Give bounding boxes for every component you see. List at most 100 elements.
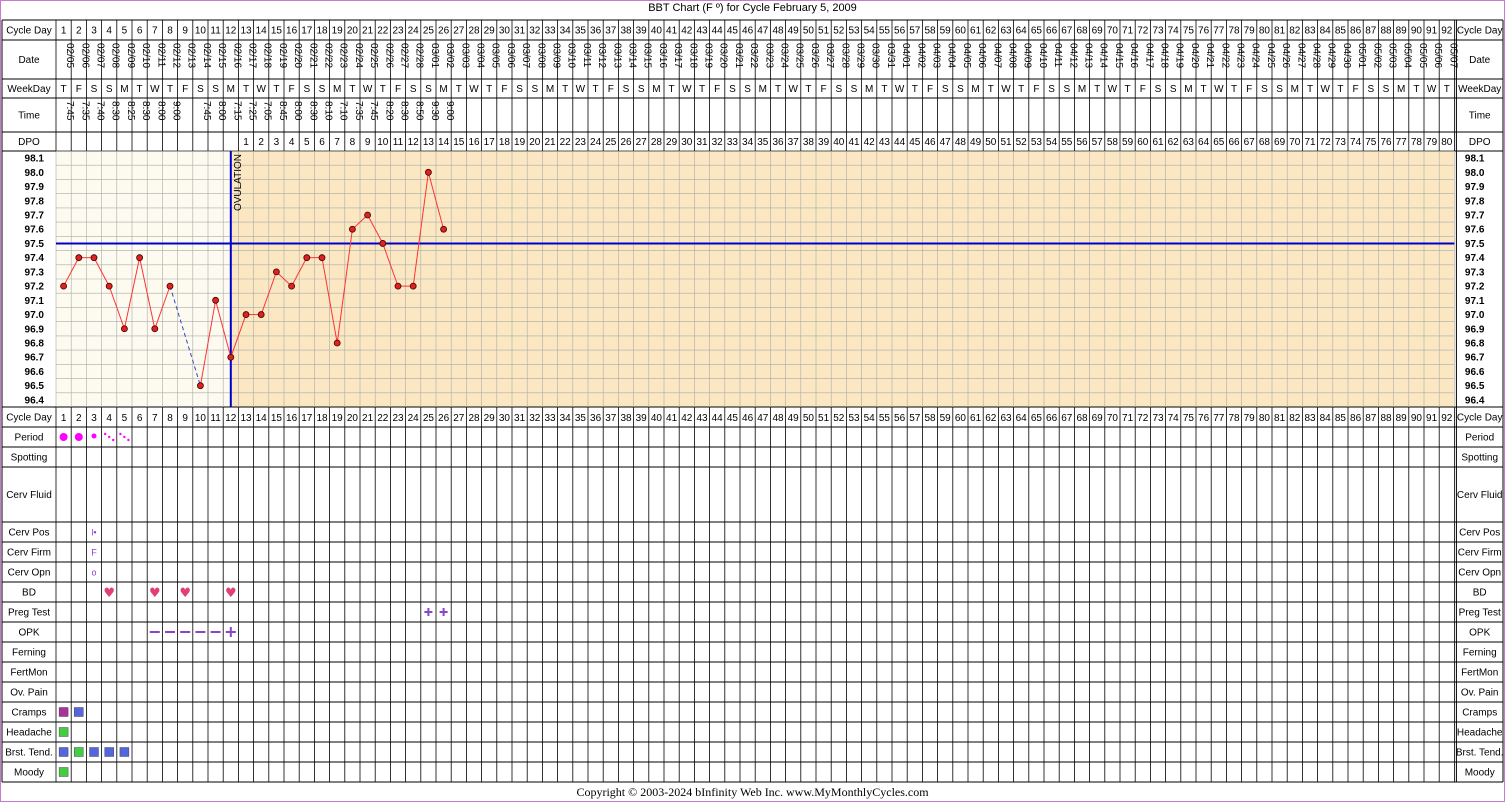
date-cell: 03/01: [429, 43, 440, 68]
y-tick-label: 98.0: [25, 168, 45, 179]
dpo-cell: 7: [334, 137, 340, 148]
cycle_day-cell: 77: [1213, 26, 1225, 37]
dpo-cell: 45: [909, 137, 921, 148]
cycle-day-bottom-cell: 13: [240, 413, 252, 424]
bd-heart-icon: ♥: [225, 586, 237, 601]
cycle_day-cell: 42: [681, 26, 693, 37]
dpo-cell: 10: [377, 137, 389, 148]
y-tick-label: 97.0: [25, 310, 45, 321]
cycle_day-cell: 76: [1198, 26, 1210, 37]
cycle-day-bottom-cell: 72: [1137, 413, 1149, 424]
cycle_day-cell: 91: [1426, 26, 1438, 37]
time-cell: 8:30: [399, 101, 410, 121]
cycle_day-cell: 61: [970, 26, 982, 37]
weekday-cell: W: [1214, 84, 1224, 95]
date-cell: 02/20: [292, 43, 303, 68]
cycle_day-cell: 14: [256, 26, 268, 37]
dpo-cell: 73: [1335, 137, 1347, 148]
cycle-day-bottom-cell: 15: [271, 413, 283, 424]
weekday-cell: F: [182, 84, 188, 95]
cycle_day-cell: 26: [438, 26, 450, 37]
time-cell: 7:40: [95, 101, 106, 121]
cycle_day-cell: 1: [61, 26, 67, 37]
temperature-point: [440, 225, 448, 233]
y-tick-label: 97.7: [25, 211, 45, 222]
dpo-cell: 48: [955, 137, 967, 148]
y-tick-label-right: 97.1: [1465, 296, 1485, 307]
cycle-day-bottom-cell: 31: [514, 413, 526, 424]
cycle-day-bottom-cell: 63: [1000, 413, 1012, 424]
cycle-day-bottom-cell: 46: [742, 413, 754, 424]
cycle_day-cell: 75: [1183, 26, 1195, 37]
weekday-cell: T: [593, 84, 599, 95]
y-tick-label: 97.6: [25, 225, 45, 236]
cycle-day-bottom-cell: 86: [1350, 413, 1362, 424]
cycle-day-bottom-cell: 4: [106, 413, 112, 424]
date-cell: 03/31: [885, 43, 896, 68]
date-cell: 04/25: [1265, 43, 1276, 68]
date-cell: 02/24: [353, 43, 364, 68]
breast-tenderness-marker: [89, 747, 99, 757]
weekday-cell: S: [106, 84, 113, 95]
time-cell: 8:00: [292, 101, 303, 121]
date-cell: 04/17: [1143, 43, 1154, 68]
cycle_day-cell: 25: [423, 26, 435, 37]
cycle_day-cell: 73: [1152, 26, 1164, 37]
weekday-cell: T: [1413, 84, 1419, 95]
date-cell: 03/22: [748, 43, 759, 68]
dpo-cell: 25: [605, 137, 617, 148]
cycle-day-bottom-cell: 64: [1016, 413, 1028, 424]
cycle_day-cell: 16: [286, 26, 298, 37]
date-cell: 04/20: [1189, 43, 1200, 68]
weekday-cell: S: [319, 84, 326, 95]
cycle-day-bottom-cell: 10: [195, 413, 207, 424]
date-cell: 04/04: [946, 43, 957, 68]
row-label-right-cerv_pos: Cerv Pos: [1459, 528, 1500, 539]
cycle-day-bottom-cell: 66: [1046, 413, 1058, 424]
cycle_day-cell: 28: [468, 26, 480, 37]
weekday-cell: S: [942, 84, 949, 95]
temperature-point: [303, 254, 311, 262]
cycle-day-bottom-cell: 17: [301, 413, 313, 424]
date-cell: 03/09: [551, 43, 562, 68]
cycle_day-cell: 19: [332, 26, 344, 37]
row-label-right-bd: BD: [1473, 588, 1487, 599]
time-cell: 7:25: [247, 101, 258, 121]
weekday-cell: W: [1427, 84, 1437, 95]
row-label-right-cerv_fluid: Cerv Fluid: [1457, 490, 1503, 501]
cycle_day-cell: 41: [666, 26, 678, 37]
weekday-cell: W: [150, 84, 160, 95]
cycle_day-cell: 47: [757, 26, 769, 37]
cycle-day-bottom-cell: 51: [818, 413, 830, 424]
dpo-cell: 37: [788, 137, 800, 148]
cycle-day-bottom-cell: 80: [1259, 413, 1271, 424]
dpo-cell: 68: [1259, 137, 1271, 148]
temperature-point: [75, 254, 83, 262]
temperature-point: [409, 282, 417, 290]
weekday-cell: W: [1108, 84, 1118, 95]
cycle_day-cell: 5: [122, 26, 128, 37]
headache-marker: [58, 727, 69, 737]
date-cell: 03/19: [703, 43, 714, 68]
dpo-cell: 12: [408, 137, 420, 148]
row-label-time: Time: [18, 111, 40, 122]
time-cell: 9:00: [444, 101, 455, 121]
dpo-cell: 67: [1244, 137, 1256, 148]
date-cell: 03/13: [611, 43, 622, 68]
dpo-cell: 63: [1183, 137, 1195, 148]
y-tick-label: 97.5: [25, 239, 45, 250]
weekday-cell: S: [1155, 84, 1162, 95]
cycle_day-cell: 87: [1365, 26, 1377, 37]
weekday-cell: F: [1353, 84, 1359, 95]
period-marker: [104, 432, 107, 436]
cycle-day-bottom-cell: 40: [651, 413, 663, 424]
date-cell: 03/08: [535, 43, 546, 68]
dpo-cell: 24: [590, 137, 602, 148]
dpo-cell: 22: [560, 137, 572, 148]
cycle-day-bottom-cell: 19: [332, 413, 344, 424]
dpo-cell: 16: [468, 137, 480, 148]
breast-tenderness-marker: [104, 747, 114, 757]
dpo-cell: 50: [985, 137, 997, 148]
dpo-cell: 18: [499, 137, 511, 148]
weekday-cell: M: [227, 84, 235, 95]
